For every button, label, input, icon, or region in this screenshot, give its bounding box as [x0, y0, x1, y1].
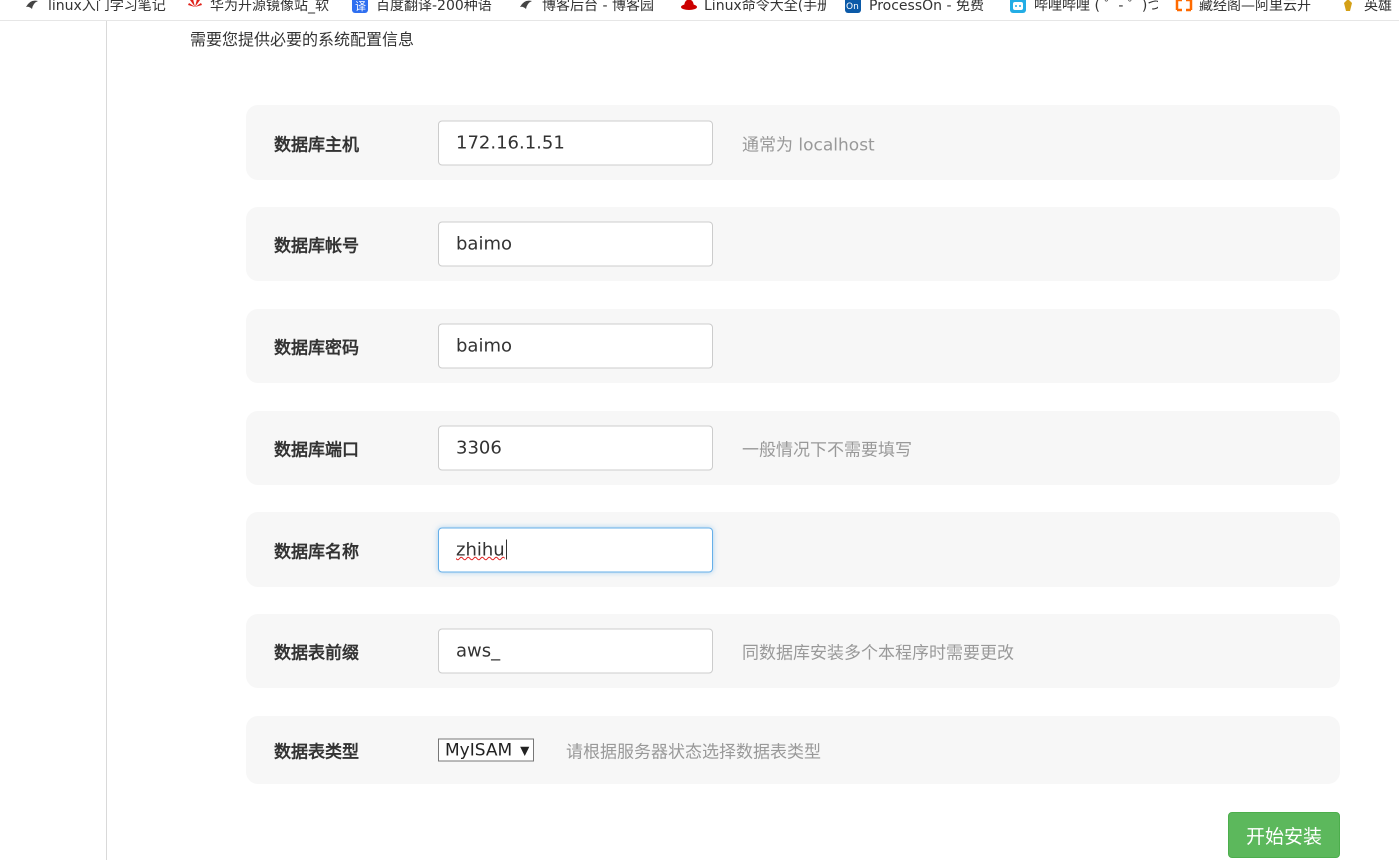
bookmark-label: 百度翻译-200种语	[376, 0, 492, 14]
bookmark-item[interactable]: 藏经阁—阿里云开	[1175, 0, 1323, 16]
form-row-db-host: 数据库主机 172.16.1.51 通常为 localhost	[246, 105, 1340, 180]
db-pass-label: 数据库密码	[274, 338, 359, 359]
form-row-db-port: 数据库端口 3306 一般情况下不需要填写	[246, 411, 1340, 485]
bookmark-label: 藏经阁—阿里云开	[1199, 0, 1311, 14]
left-divider	[106, 21, 107, 860]
bookmark-label: 哔哩哔哩 ( ゜- ゜)つ	[1034, 0, 1158, 14]
db-user-label: 数据库帐号	[274, 236, 359, 257]
intro-text: 需要您提供必要的系统配置信息	[190, 30, 415, 49]
bookmark-label: 博客后台 - 博客园	[542, 0, 654, 14]
svg-text:译: 译	[355, 0, 366, 13]
form-row-db-user: 数据库帐号 baimo	[246, 207, 1340, 281]
translate-icon: 译	[352, 0, 368, 13]
bookmark-item[interactable]: 译 百度翻译-200种语	[352, 0, 500, 16]
bookmark-item[interactable]: 华为开源镜像站_软	[186, 0, 334, 16]
form-row-db-pass: 数据库密码 baimo	[246, 309, 1340, 383]
bird-logo-icon	[24, 0, 40, 13]
processon-logo-icon: On	[845, 0, 861, 13]
huawei-logo-icon	[186, 0, 202, 13]
hero-icon	[1340, 0, 1356, 13]
db-user-value: baimo	[456, 233, 513, 255]
db-host-input[interactable]: 172.16.1.51	[438, 120, 713, 165]
db-host-value: 172.16.1.51	[456, 132, 565, 153]
bookmark-item[interactable]: On ProcessOn - 免费	[845, 0, 991, 16]
bookmark-label: 华为开源镜像站_软	[210, 0, 329, 14]
bookmark-label: 签	[0, 0, 6, 15]
text-caret	[505, 539, 507, 560]
bookmark-label: Linux命令大全(手册	[704, 0, 826, 14]
form-row-db-prefix: 数据表前缀 aws_ 同数据库安装多个本程序时需要更改	[246, 614, 1340, 688]
bookmark-item[interactable]: 博客后台 - 博客园	[518, 0, 666, 16]
form-row-db-engine: 数据表类型 MyISAM ▼ 请根据服务器状态选择数据表类型	[246, 716, 1340, 784]
db-pass-input[interactable]: baimo	[438, 323, 713, 369]
db-prefix-input[interactable]: aws_	[438, 628, 713, 674]
form-row-db-name: 数据库名称 zhihu	[246, 512, 1340, 587]
svg-text:On: On	[846, 2, 859, 12]
bookmark-label: 英雄	[1364, 0, 1392, 14]
bilibili-logo-icon	[1010, 0, 1026, 13]
db-name-label: 数据库名称	[274, 542, 359, 562]
bird-logo-icon	[518, 0, 534, 13]
bookmarks-bar: 签 linux入门学习笔记 华为开源镜像站_软 译 百度翻译-200种语 博客后…	[0, 0, 1399, 21]
db-engine-value: MyISAM	[445, 740, 513, 760]
bookmark-label: ProcessOn - 免费	[869, 0, 984, 14]
db-prefix-value: aws_	[456, 640, 501, 662]
bookmark-item[interactable]: 签	[0, 0, 6, 16]
db-name-input[interactable]: zhihu	[438, 527, 713, 572]
db-prefix-label: 数据表前缀	[274, 643, 359, 664]
db-prefix-hint: 同数据库安装多个本程序时需要更改	[742, 643, 1014, 664]
bookmark-item[interactable]: Linux命令大全(手册	[680, 0, 826, 16]
db-port-value: 3306	[456, 437, 502, 459]
db-name-value: zhihu	[456, 539, 505, 560]
dropdown-arrow-icon: ▼	[520, 743, 530, 757]
bookmark-item[interactable]: 英雄	[1340, 0, 1399, 16]
bookmark-label: linux入门学习笔记	[48, 0, 166, 14]
db-host-label: 数据库主机	[274, 135, 359, 155]
db-engine-label: 数据表类型	[274, 742, 359, 763]
db-engine-select[interactable]: MyISAM ▼	[438, 738, 535, 762]
bookmark-item[interactable]: linux入门学习笔记	[24, 0, 174, 16]
redhat-logo-icon	[680, 0, 697, 13]
db-pass-value: baimo	[456, 335, 513, 357]
db-port-input[interactable]: 3306	[438, 425, 713, 471]
db-user-input[interactable]: baimo	[438, 221, 713, 267]
db-port-label: 数据库端口	[274, 440, 359, 461]
db-engine-hint: 请根据服务器状态选择数据表类型	[566, 742, 821, 763]
start-install-button[interactable]: 开始安装	[1228, 812, 1340, 858]
db-port-hint: 一般情况下不需要填写	[742, 440, 912, 461]
bookmark-item[interactable]: 哔哩哔哩 ( ゜- ゜)つ	[1010, 0, 1158, 16]
db-host-hint: 通常为 localhost	[742, 135, 875, 155]
aliyun-logo-icon	[1175, 0, 1193, 13]
